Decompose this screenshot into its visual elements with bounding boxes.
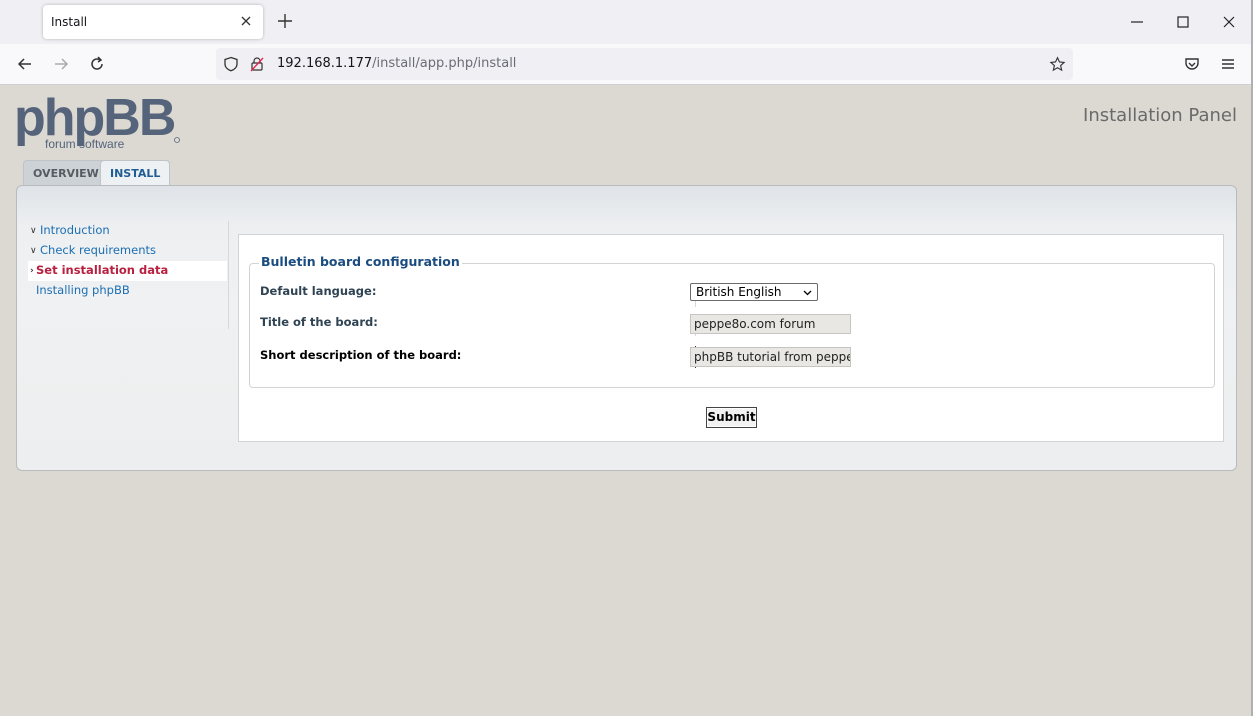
fieldset-legend: Bulletin board configuration [259, 254, 462, 269]
panel-title: Installation Panel [1083, 105, 1237, 126]
step-current-icon: › [30, 266, 34, 276]
form-content: Bulletin board configuration Default lan… [238, 234, 1224, 442]
step-done-icon: ∨ [30, 226, 37, 236]
tab-overview[interactable]: OVERVIEW [23, 160, 109, 186]
board-title-input[interactable]: peppe8o.com forum [690, 314, 851, 334]
tracking-shield-icon[interactable] [223, 56, 239, 72]
phpbb-logo: phpBB forum software [14, 91, 180, 151]
url-text[interactable]: 192.168.1.177/install/app.php/install [277, 56, 516, 71]
menu-item-installing-phpbb[interactable]: Installing phpBB [28, 281, 227, 301]
browser-tab-title: Install [51, 15, 88, 29]
board-description-input[interactable]: phpBB tutorial from peppe8 [690, 347, 851, 367]
install-panel: ∨ Introduction ∨ Check requirements › Se… [16, 185, 1237, 471]
browser-tab-strip: Install [0, 0, 1253, 44]
insecure-lock-icon[interactable] [249, 56, 265, 72]
url-path: /install/app.php/install [372, 56, 517, 71]
step-done-icon: ∨ [30, 246, 37, 256]
reload-icon[interactable] [88, 55, 106, 73]
chevron-down-icon [803, 290, 812, 296]
submit-button[interactable]: Submit [706, 407, 757, 428]
installer-page: phpBB forum software Installation Panel … [0, 85, 1253, 716]
menu-divider [228, 221, 229, 329]
menu-hamburger-icon[interactable] [1219, 55, 1237, 73]
menu-item-introduction[interactable]: ∨ Introduction [28, 221, 227, 241]
default-language-label: Default language: [260, 284, 377, 298]
board-title-label: Title of the board: [260, 315, 378, 329]
pocket-icon[interactable] [1183, 55, 1201, 73]
url-host: 192.168.1.177 [277, 56, 373, 71]
bookmark-star-icon[interactable] [1049, 56, 1066, 73]
install-steps-menu: ∨ Introduction ∨ Check requirements › Se… [28, 221, 229, 301]
close-window-icon[interactable] [1221, 14, 1237, 30]
board-description-label: Short description of the board: [260, 348, 462, 362]
back-arrow-icon[interactable] [16, 55, 34, 73]
maximize-icon[interactable] [1175, 14, 1191, 30]
default-language-select[interactable]: British English [690, 283, 818, 301]
menu-item-check-requirements[interactable]: ∨ Check requirements [28, 241, 227, 261]
svg-text:forum software: forum software [45, 137, 125, 151]
menu-item-set-installation-data[interactable]: › Set installation data [28, 261, 227, 281]
forward-arrow-icon[interactable] [52, 55, 70, 73]
tab-install[interactable]: INSTALL [100, 160, 171, 187]
minimize-icon[interactable] [1129, 14, 1145, 30]
new-tab-icon[interactable] [276, 12, 294, 30]
browser-toolbar: 192.168.1.177/install/app.php/install [0, 44, 1253, 85]
browser-tab[interactable]: Install [43, 5, 263, 39]
select-value: British English [696, 285, 782, 299]
close-tab-icon[interactable] [238, 13, 254, 29]
address-bar[interactable]: 192.168.1.177/install/app.php/install [216, 48, 1073, 80]
